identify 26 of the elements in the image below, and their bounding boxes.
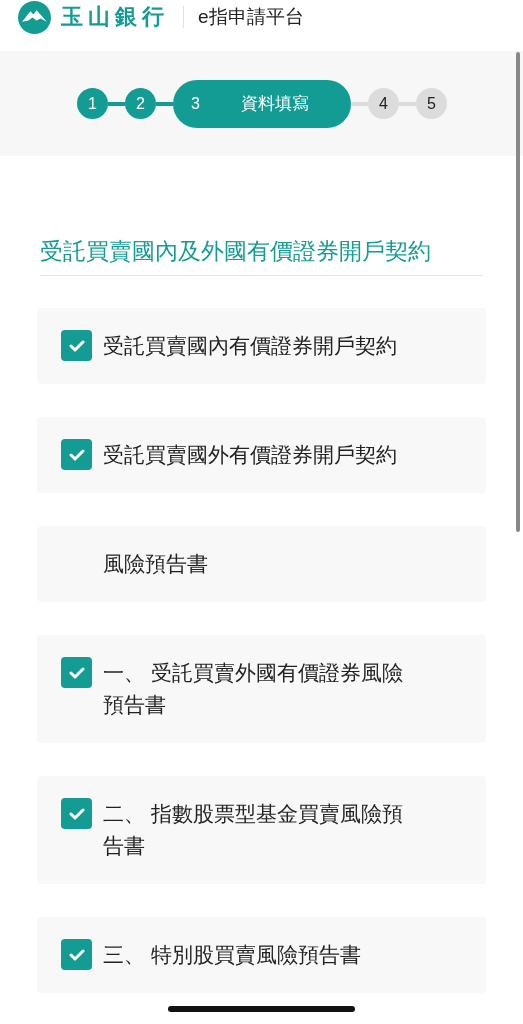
checkbox[interactable]: [61, 657, 92, 688]
agreement-label: 受託買賣國內有價證券開戶契約: [103, 333, 398, 359]
check-icon: [68, 339, 85, 352]
agreement-label: 二、 指數股票型基金買賣風險預告書: [103, 801, 403, 859]
step-number: 3: [191, 94, 201, 113]
step-title: 資料填寫: [241, 93, 309, 115]
logo-icon: [18, 0, 51, 34]
group-heading: 風險預告書: [103, 551, 209, 577]
agreement-label: 三、 特別股買賣風險預告書: [103, 942, 362, 968]
check-icon: [68, 666, 85, 679]
platform-title: e指申請平台: [198, 5, 304, 29]
check-icon: [68, 807, 85, 820]
section-title: 受託買賣國內及外國有價證券開戶契約: [40, 236, 483, 276]
step-circle: 4: [368, 88, 399, 119]
step-circle: 5: [416, 88, 447, 119]
checkbox[interactable]: [61, 439, 92, 470]
checkbox[interactable]: [61, 330, 92, 361]
bank-name: 玉山銀行: [61, 3, 169, 31]
checkbox[interactable]: [61, 798, 92, 829]
checkbox[interactable]: [61, 939, 92, 970]
step-circle: 1: [77, 88, 108, 119]
step-circle: 2: [125, 88, 156, 119]
agreement-label: 一、 受託買賣外國有價證券風險預告書: [103, 660, 403, 718]
check-icon: [68, 948, 85, 961]
check-icon: [68, 448, 85, 461]
agreement-label: 受託買賣國外有價證券開戶契約: [103, 442, 398, 468]
